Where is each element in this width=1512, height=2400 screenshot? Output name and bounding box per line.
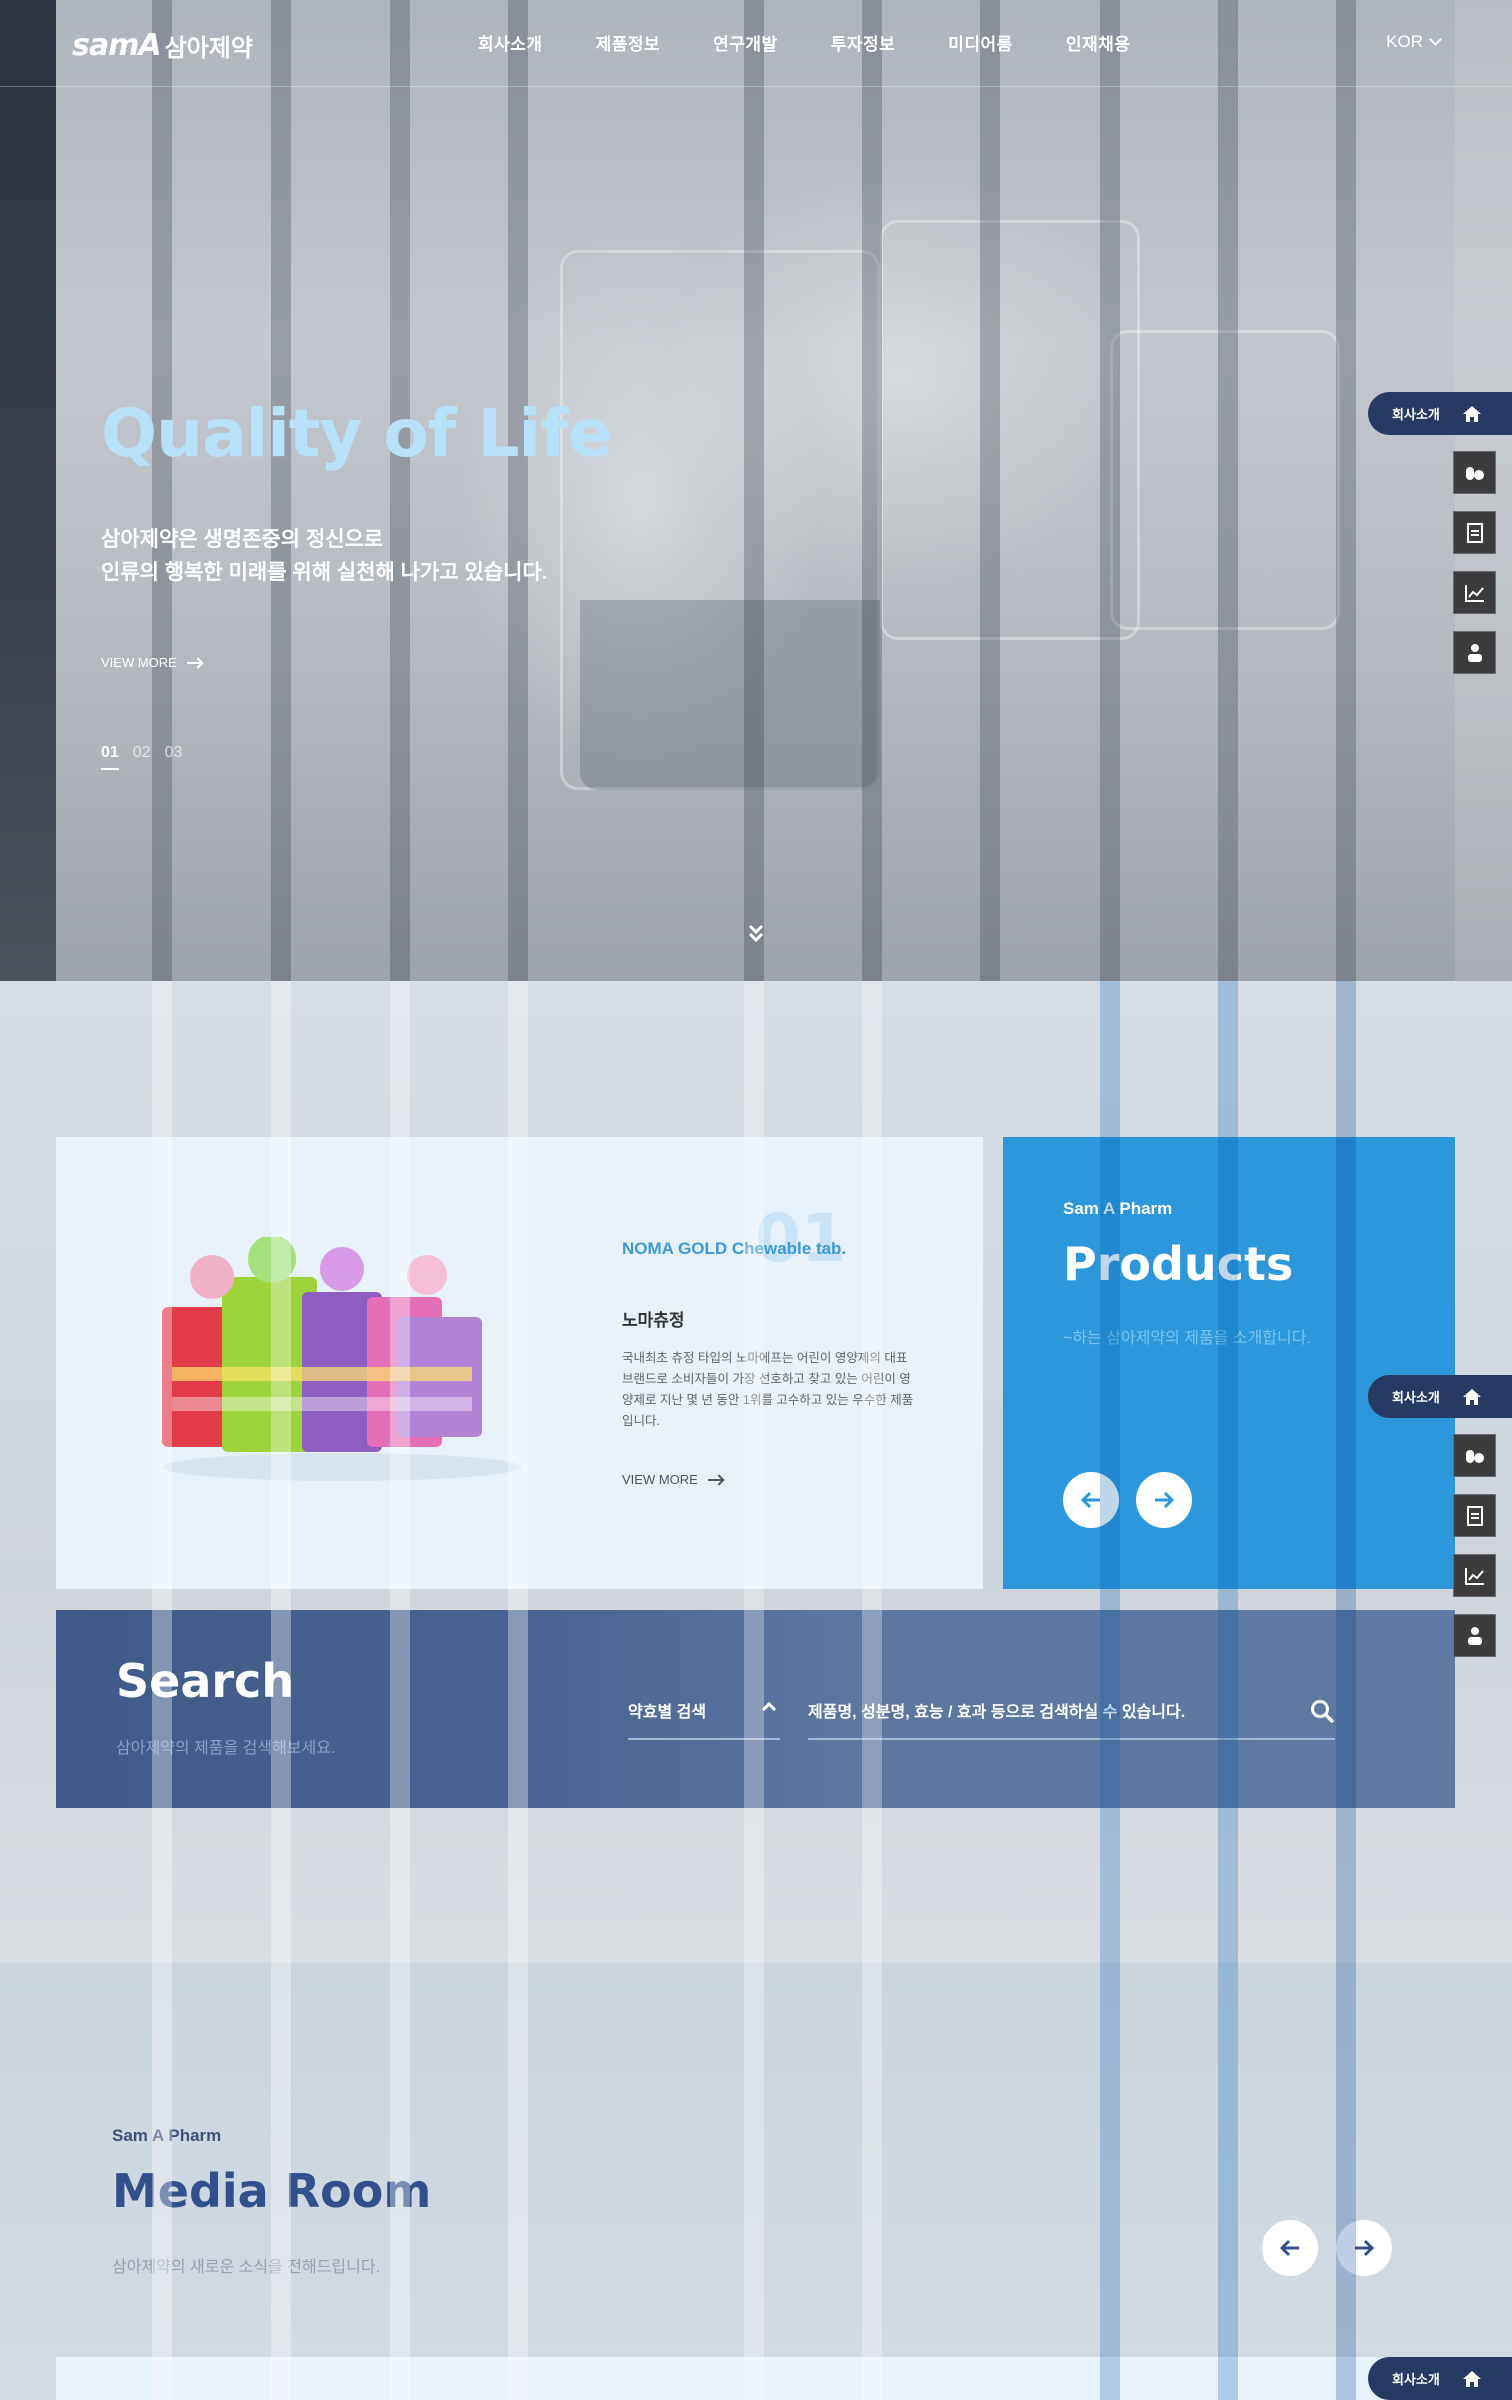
home-icon (1462, 1388, 1481, 1405)
slide-page-2[interactable]: 02 (133, 744, 151, 770)
document-icon (1466, 522, 1483, 543)
chart-icon (1464, 1567, 1484, 1585)
nav-item-company[interactable]: 회사소개 (478, 30, 543, 55)
overlay-stripe (862, 0, 882, 981)
hero-description-line: 삼아제약은 생명존중의 정신으로 (101, 528, 384, 551)
product-image (162, 1237, 522, 1481)
overlay-stripe (1100, 0, 1120, 981)
media-prev-button[interactable] (1262, 2220, 1318, 2276)
arrow-left-icon (1279, 2239, 1299, 2257)
nav-item-media[interactable]: 미디어룸 (948, 30, 1013, 55)
quick-home-tab[interactable]: 회사소개 (1368, 1375, 1512, 1418)
overlay-stripe (390, 981, 410, 2400)
hero-view-more-link[interactable]: VIEW MORE (101, 655, 201, 670)
product-name-en: NOMA GOLD Chewable tab. (622, 1239, 847, 1258)
chevron-up-icon (761, 1701, 777, 1717)
double-chevron-down-icon[interactable] (744, 922, 768, 946)
overlay-stripe (744, 981, 764, 2400)
nav-item-investors[interactable]: 투자정보 (831, 30, 896, 55)
search-input[interactable]: 제품명, 성분명, 효능 / 효과 등으로 검색하실 수 있습니다. (808, 1694, 1335, 1740)
overlay-stripe (390, 0, 410, 981)
quick-home-label: 회사소개 (1392, 2372, 1440, 2387)
people-icon (1467, 1626, 1482, 1645)
quick-products-button[interactable] (1453, 451, 1496, 494)
overlay-stripe (508, 981, 528, 2400)
search-description: 삼아제약의 제품을 검색해보세요. (116, 1740, 336, 1757)
quick-investor-button[interactable] (1453, 571, 1496, 614)
overlay-stripe (1218, 0, 1238, 981)
slide-pager: 01 02 03 (101, 744, 182, 770)
hero-title: Quality of Life (101, 395, 613, 472)
overlay-stripe (152, 0, 172, 981)
quick-careers-button[interactable] (1453, 1614, 1496, 1657)
hero-banner: samA 삼아제약 회사소개 제품정보 연구개발 투자정보 미디어룸 인재채용 … (0, 0, 1512, 981)
language-label: KOR (1386, 32, 1423, 51)
arrow-right-icon (186, 661, 201, 664)
quick-home-tab[interactable]: 회사소개 (1368, 2357, 1512, 2400)
view-more-label: VIEW MORE (101, 655, 177, 670)
quick-home-tab[interactable]: 회사소개 (1368, 392, 1512, 435)
overlay-stripe (980, 0, 1000, 981)
quick-menu: 회사소개 (1368, 2357, 1512, 2400)
main-menu: 회사소개 제품정보 연구개발 투자정보 미디어룸 인재채용 (478, 30, 1130, 55)
search-icon[interactable] (1309, 1698, 1335, 1724)
quick-document-button[interactable] (1453, 511, 1496, 554)
overlay-stripe (1218, 981, 1238, 2400)
nav-item-research[interactable]: 연구개발 (713, 30, 778, 55)
logo[interactable]: samA 삼아제약 (72, 28, 253, 63)
arrow-right-icon (1155, 1491, 1175, 1509)
nav-item-products[interactable]: 제품정보 (596, 30, 661, 55)
top-navigation-bar: samA 삼아제약 회사소개 제품정보 연구개발 투자정보 미디어룸 인재채용 … (0, 0, 1512, 87)
arrow-right-icon (707, 1478, 722, 1481)
slide-page-1[interactable]: 01 (101, 744, 119, 770)
overlay-stripe (1336, 0, 1356, 981)
quick-document-button[interactable] (1453, 1494, 1496, 1537)
quick-menu: 회사소개 (1368, 1375, 1512, 1657)
view-more-label: VIEW MORE (622, 1472, 698, 1487)
quick-menu: 회사소개 (1368, 392, 1512, 674)
logo-mark: samA (72, 28, 162, 63)
overlay-stripe (1100, 981, 1120, 2400)
pills-icon (1465, 1449, 1484, 1463)
overlay-stripe (862, 981, 882, 2400)
overlay-stripe (508, 0, 528, 981)
overlay-stripe (271, 0, 291, 981)
pills-icon (1465, 466, 1484, 480)
quick-home-label: 회사소개 (1392, 1390, 1440, 1405)
document-icon (1466, 1505, 1483, 1526)
search-category-label: 약효별 검색 (628, 1704, 707, 1721)
chart-icon (1464, 584, 1484, 602)
logo-text: 삼아제약 (164, 35, 253, 62)
nav-item-careers[interactable]: 인재채용 (1066, 30, 1131, 55)
hero-background-shadow (0, 0, 56, 981)
quick-home-label: 회사소개 (1392, 407, 1440, 422)
product-name-ko: 노마츄정 (622, 1311, 685, 1330)
people-icon (1467, 643, 1482, 662)
slide-page-3[interactable]: 03 (165, 744, 183, 770)
overlay-stripe (744, 0, 764, 981)
language-selector[interactable]: KOR (1386, 32, 1442, 52)
quick-products-button[interactable] (1453, 1434, 1496, 1477)
quick-careers-button[interactable] (1453, 631, 1496, 674)
quick-investor-button[interactable] (1453, 1554, 1496, 1597)
chevron-down-icon (1429, 33, 1442, 46)
overlay-stripe (271, 981, 291, 2400)
search-title: Search (116, 1654, 295, 1708)
home-icon (1462, 405, 1481, 422)
hero-description: 삼아제약은 생명존중의 정신으로 인류의 행복한 미래를 위해 실천해 나가고 … (101, 523, 548, 589)
hero-description-line: 인류의 행복한 미래를 위해 실천해 나가고 있습니다. (101, 561, 548, 584)
overlay-stripe (152, 981, 172, 2400)
home-icon (1462, 2370, 1481, 2387)
products-title: Products (1063, 1237, 1294, 1291)
overlay-stripe (1336, 981, 1356, 2400)
product-next-button[interactable] (1136, 1472, 1192, 1528)
product-view-more-link[interactable]: VIEW MORE (622, 1472, 722, 1487)
liquid-image (580, 600, 880, 790)
